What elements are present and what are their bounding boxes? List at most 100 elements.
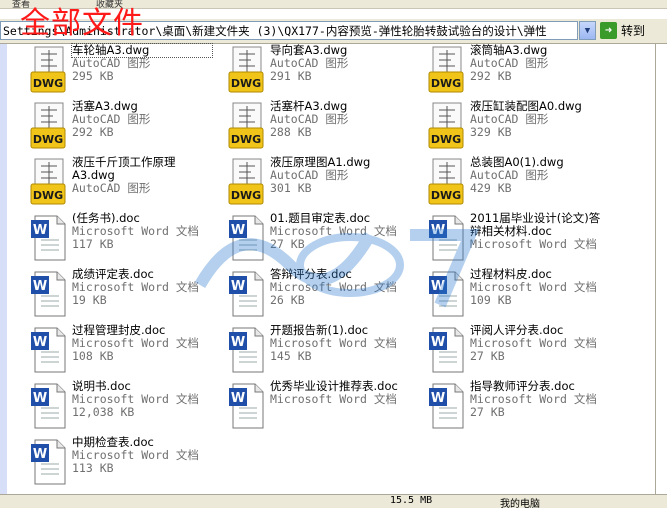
file-item[interactable]: W 优秀毕业设计推荐表.doc Microsoft Word 文档 — [215, 380, 410, 432]
svg-text:W: W — [231, 335, 245, 350]
scrollbar-edge — [655, 44, 656, 494]
file-name: 液压千斤顶工作原理A3.dwg — [72, 155, 176, 182]
file-name: 2011届毕业设计(论文)答辩相关材料.doc — [470, 211, 601, 238]
file-type: Microsoft Word 文档 — [470, 237, 597, 251]
file-size: 27 KB — [270, 237, 305, 251]
dwg-icon: DWG — [227, 102, 267, 150]
word-icon: W — [227, 382, 267, 430]
file-label: 车轮轴A3.dwg AutoCAD 图形 295 KB — [71, 43, 213, 83]
svg-text:DWG: DWG — [431, 77, 461, 90]
file-label: 2011届毕业设计(论文)答辩相关材料.doc Microsoft Word 文档 — [470, 212, 610, 251]
svg-text:W: W — [431, 223, 445, 238]
file-size: 429 KB — [470, 181, 512, 195]
file-item[interactable]: W 评阅人评分表.doc Microsoft Word 文档 27 KB — [415, 324, 610, 376]
file-label: 导向套A3.dwg AutoCAD 图形 291 KB — [270, 44, 410, 83]
file-size: 301 KB — [270, 181, 312, 195]
status-location: 我的电脑 — [500, 499, 540, 510]
file-item[interactable]: DWG 总装图A0(1).dwg AutoCAD 图形 429 KB — [415, 156, 610, 208]
file-size: 113 KB — [72, 461, 114, 475]
file-label: 过程管理封皮.doc Microsoft Word 文档 108 KB — [72, 324, 212, 363]
status-bar: 15.5 MB 我的电脑 — [0, 494, 667, 510]
word-icon: W — [427, 326, 467, 374]
file-size: 292 KB — [470, 69, 512, 83]
svg-text:W: W — [33, 279, 47, 294]
dwg-icon: DWG — [227, 158, 267, 206]
svg-text:W: W — [33, 335, 47, 350]
file-label: 开题报告新(1).doc Microsoft Word 文档 145 KB — [270, 324, 410, 363]
file-item[interactable]: DWG 导向套A3.dwg AutoCAD 图形 291 KB — [215, 44, 410, 96]
file-label: 液压千斤顶工作原理A3.dwg AutoCAD 图形 — [72, 156, 212, 195]
word-icon: W — [29, 214, 69, 262]
file-item[interactable]: W 中期检查表.doc Microsoft Word 文档 113 KB — [17, 436, 212, 488]
file-item[interactable]: DWG 液压千斤顶工作原理A3.dwg AutoCAD 图形 — [17, 156, 212, 208]
word-icon: W — [29, 270, 69, 318]
svg-text:W: W — [33, 447, 47, 462]
left-pane-edge — [0, 44, 7, 494]
svg-text:W: W — [33, 391, 47, 406]
file-label: 液压缸装配图A0.dwg AutoCAD 图形 329 KB — [470, 100, 610, 139]
svg-text:W: W — [33, 223, 47, 238]
svg-text:W: W — [431, 391, 445, 406]
file-label: 活塞杆A3.dwg AutoCAD 图形 288 KB — [270, 100, 410, 139]
svg-text:W: W — [431, 279, 445, 294]
svg-text:DWG: DWG — [33, 189, 63, 202]
file-size: 288 KB — [270, 125, 312, 139]
word-icon: W — [29, 382, 69, 430]
file-item[interactable]: DWG 车轮轴A3.dwg AutoCAD 图形 295 KB — [17, 43, 213, 96]
arrow-right-icon: ➜ — [600, 22, 617, 39]
file-size: 109 KB — [470, 293, 512, 307]
file-size: 291 KB — [270, 69, 312, 83]
file-size: 329 KB — [470, 125, 512, 139]
file-item[interactable]: W 过程材料皮.doc Microsoft Word 文档 109 KB — [415, 268, 610, 320]
file-item[interactable]: W 答辩评分表.doc Microsoft Word 文档 26 KB — [215, 268, 410, 320]
file-size: 12,038 KB — [72, 405, 135, 419]
file-label: 优秀毕业设计推荐表.doc Microsoft Word 文档 — [270, 380, 410, 406]
go-button[interactable]: ➜ 转到 — [600, 21, 645, 40]
file-size: 108 KB — [72, 349, 114, 363]
svg-text:DWG: DWG — [33, 133, 63, 146]
file-label: 01.题目审定表.doc Microsoft Word 文档 27 KB — [270, 212, 410, 251]
svg-text:DWG: DWG — [231, 133, 261, 146]
word-icon: W — [29, 438, 69, 486]
file-size: 26 KB — [270, 293, 305, 307]
file-label: 答辩评分表.doc Microsoft Word 文档 26 KB — [270, 268, 410, 307]
file-item[interactable]: DWG 滚筒轴A3.dwg AutoCAD 图形 292 KB — [415, 44, 610, 96]
svg-text:DWG: DWG — [431, 189, 461, 202]
file-item[interactable]: W 指导教师评分表.doc Microsoft Word 文档 27 KB — [415, 380, 610, 432]
file-item[interactable]: DWG 液压原理图A1.dwg AutoCAD 图形 301 KB — [215, 156, 410, 208]
dwg-icon: DWG — [29, 158, 69, 206]
word-icon: W — [427, 214, 467, 262]
dwg-icon: DWG — [427, 102, 467, 150]
file-item[interactable]: W 成绩评定表.doc Microsoft Word 文档 19 KB — [17, 268, 212, 320]
file-item[interactable]: W 说明书.doc Microsoft Word 文档 12,038 KB — [17, 380, 212, 432]
svg-text:DWG: DWG — [231, 77, 261, 90]
dwg-icon: DWG — [227, 46, 267, 94]
file-item[interactable]: W 过程管理封皮.doc Microsoft Word 文档 108 KB — [17, 324, 212, 376]
file-size: 292 KB — [72, 125, 114, 139]
file-size: 117 KB — [72, 237, 114, 251]
svg-text:W: W — [231, 223, 245, 238]
file-item[interactable]: W 01.题目审定表.doc Microsoft Word 文档 27 KB — [215, 212, 410, 264]
svg-text:DWG: DWG — [231, 189, 261, 202]
dwg-icon: DWG — [29, 102, 69, 150]
file-item[interactable]: DWG 活塞A3.dwg AutoCAD 图形 292 KB — [17, 100, 212, 152]
file-type: Microsoft Word 文档 — [270, 392, 397, 406]
file-size: 19 KB — [72, 293, 107, 307]
file-label: 成绩评定表.doc Microsoft Word 文档 19 KB — [72, 268, 212, 307]
file-item[interactable]: DWG 活塞杆A3.dwg AutoCAD 图形 288 KB — [215, 100, 410, 152]
dwg-icon: DWG — [29, 46, 69, 94]
chevron-down-icon[interactable]: ▼ — [579, 21, 596, 40]
file-item[interactable]: DWG 液压缸装配图A0.dwg AutoCAD 图形 329 KB — [415, 100, 610, 152]
file-size: 145 KB — [270, 349, 312, 363]
file-item[interactable]: W (任务书).doc Microsoft Word 文档 117 KB — [17, 212, 212, 264]
file-item[interactable]: W 开题报告新(1).doc Microsoft Word 文档 145 KB — [215, 324, 410, 376]
file-label: 总装图A0(1).dwg AutoCAD 图形 429 KB — [470, 156, 610, 195]
file-size: 27 KB — [470, 405, 505, 419]
file-label: (任务书).doc Microsoft Word 文档 117 KB — [72, 212, 212, 251]
status-size: 15.5 MB — [390, 495, 433, 506]
file-item[interactable]: W 2011届毕业设计(论文)答辩相关材料.doc Microsoft Word … — [415, 212, 610, 264]
file-label: 指导教师评分表.doc Microsoft Word 文档 27 KB — [470, 380, 610, 419]
file-size: 27 KB — [470, 349, 505, 363]
dwg-icon: DWG — [427, 46, 467, 94]
svg-text:W: W — [231, 391, 245, 406]
